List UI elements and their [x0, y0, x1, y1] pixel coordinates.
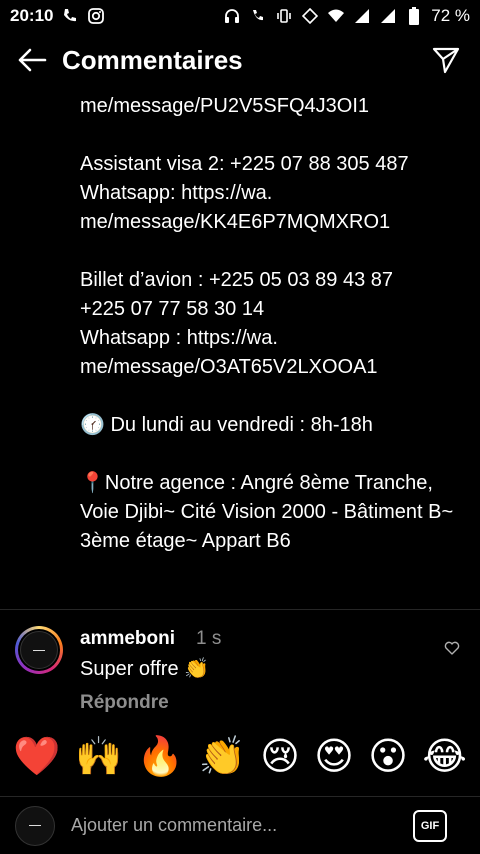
emoji-raised-hands[interactable]: 🙌 [75, 738, 122, 776]
comment-input[interactable] [69, 814, 405, 837]
signal-icon [353, 7, 371, 25]
status-left: 20:10 [10, 6, 105, 26]
comment-composer: GIF [0, 796, 480, 854]
data-saver-icon [301, 7, 319, 25]
battery-icon [405, 7, 423, 25]
wifi-call-icon [249, 7, 267, 25]
comment-item: ammeboni 1 s Super offre 👏 Répondre [0, 622, 480, 718]
battery-level: 72 % [431, 6, 470, 25]
emoji-laughing[interactable]: 😂 [422, 738, 466, 776]
vibrate-icon [275, 7, 293, 25]
share-button[interactable] [428, 42, 464, 78]
status-bar: 20:10 72 % [0, 0, 480, 32]
my-avatar [15, 805, 55, 846]
arrow-left-icon [18, 48, 47, 72]
emoji-crying[interactable]: 😢 [260, 738, 300, 776]
paper-plane-icon [432, 47, 460, 74]
comment-username[interactable]: ammeboni [80, 628, 175, 650]
emoji-clap[interactable]: 👏 [198, 738, 245, 776]
wifi-icon [327, 7, 345, 25]
avatar-ring [18, 629, 60, 671]
emoji-heart-eyes[interactable]: 😍 [314, 738, 354, 776]
emoji-quick-bar: ❤️ 🙌 🔥 👏 😢 😍 😮 😂 [0, 718, 480, 796]
gif-button[interactable]: GIF [413, 809, 447, 842]
emoji-fire[interactable]: 🔥 [137, 738, 184, 776]
emoji-heart[interactable]: ❤️ [13, 738, 60, 776]
avatar[interactable] [15, 626, 63, 674]
comment-text: Super offre 👏 [80, 658, 210, 680]
back-button[interactable] [16, 44, 48, 76]
page-title: Commentaires [62, 44, 243, 75]
signal-3g-icon [379, 7, 397, 25]
call-hd-icon [61, 7, 79, 25]
status-time: 20:10 [10, 6, 54, 25]
comment-time: 1 s [196, 628, 222, 649]
status-right: 72 % [223, 6, 470, 26]
header: Commentaires [0, 34, 480, 86]
avatar-logo-mark [29, 825, 41, 826]
emoji-surprised[interactable]: 😮 [368, 738, 408, 776]
instagram-icon [87, 7, 105, 25]
divider [0, 609, 480, 610]
avatar-logo-mark [33, 649, 45, 651]
headset-icon [223, 7, 241, 25]
post-caption: me/message/PU2V5SFQ4J3OI1 Assistant visa… [80, 95, 454, 552]
like-comment-button[interactable] [444, 640, 462, 658]
avatar-image [20, 631, 58, 669]
reply-button[interactable]: Répondre [80, 692, 169, 714]
heart-outline-icon [444, 641, 460, 655]
